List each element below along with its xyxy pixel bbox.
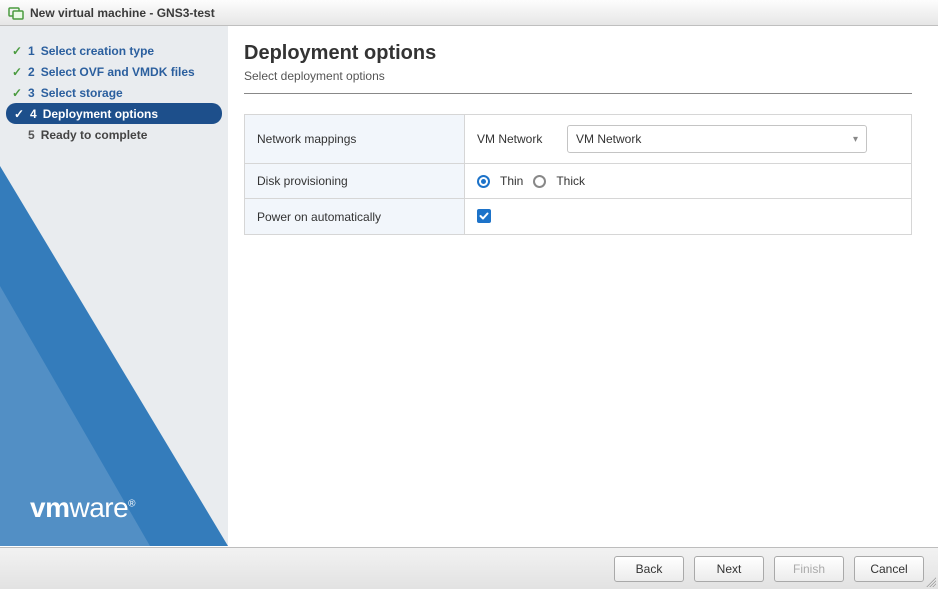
radio-thick-label[interactable]: Thick [556, 174, 585, 188]
check-icon: ✓ [10, 86, 24, 100]
chevron-down-icon: ▾ [853, 134, 858, 145]
cancel-button[interactable]: Cancel [854, 556, 924, 582]
vm-icon [8, 5, 24, 21]
step-label: Deployment options [43, 107, 158, 121]
step-ready-to-complete: 5 Ready to complete [0, 124, 228, 145]
step-deployment-options[interactable]: ✓ 4 Deployment options [6, 103, 222, 124]
disk-provisioning-radio-group: Thin Thick [477, 174, 899, 188]
main-content: Deployment options Select deployment opt… [228, 26, 938, 546]
check-icon: ✓ [12, 107, 26, 121]
power-on-label: Power on automatically [245, 199, 465, 235]
step-label: Select creation type [41, 44, 154, 58]
step-label: Select OVF and VMDK files [41, 65, 195, 79]
wizard-footer: Back Next Finish Cancel [0, 547, 938, 589]
row-disk-provisioning: Disk provisioning Thin Thick [245, 164, 912, 199]
back-button[interactable]: Back [614, 556, 684, 582]
disk-provisioning-label: Disk provisioning [245, 164, 465, 199]
radio-thin-label[interactable]: Thin [500, 174, 523, 188]
check-icon [10, 128, 24, 142]
check-icon: ✓ [10, 65, 24, 79]
step-select-ovf-vmdk[interactable]: ✓ 2 Select OVF and VMDK files [0, 61, 228, 82]
network-target-select[interactable]: VM Network ▾ [567, 125, 867, 153]
step-label: Select storage [41, 86, 123, 100]
finish-button: Finish [774, 556, 844, 582]
wizard-steps: ✓ 1 Select creation type ✓ 2 Select OVF … [0, 40, 228, 145]
titlebar: New virtual machine - GNS3-test [0, 0, 938, 26]
step-select-storage[interactable]: ✓ 3 Select storage [0, 82, 228, 103]
row-power-on: Power on automatically [245, 199, 912, 235]
page-subtitle: Select deployment options [244, 69, 912, 94]
network-source-name: VM Network [477, 132, 557, 146]
page-title: Deployment options [244, 42, 912, 65]
resize-grip-icon[interactable] [926, 577, 936, 587]
step-select-creation-type[interactable]: ✓ 1 Select creation type [0, 40, 228, 61]
radio-thick[interactable] [533, 175, 546, 188]
network-mappings-label: Network mappings [245, 115, 465, 164]
row-network-mappings: Network mappings VM Network VM Network ▾ [245, 115, 912, 164]
check-icon: ✓ [10, 44, 24, 58]
vmware-logo: vmware® [30, 492, 135, 524]
next-button[interactable]: Next [694, 556, 764, 582]
step-label: Ready to complete [41, 128, 148, 142]
deployment-options-table: Network mappings VM Network VM Network ▾… [244, 114, 912, 235]
power-on-checkbox[interactable] [477, 209, 491, 223]
radio-thin[interactable] [477, 175, 490, 188]
window-title: New virtual machine - GNS3-test [30, 6, 215, 20]
wizard-sidebar: ✓ 1 Select creation type ✓ 2 Select OVF … [0, 26, 228, 546]
select-value: VM Network [576, 132, 641, 146]
